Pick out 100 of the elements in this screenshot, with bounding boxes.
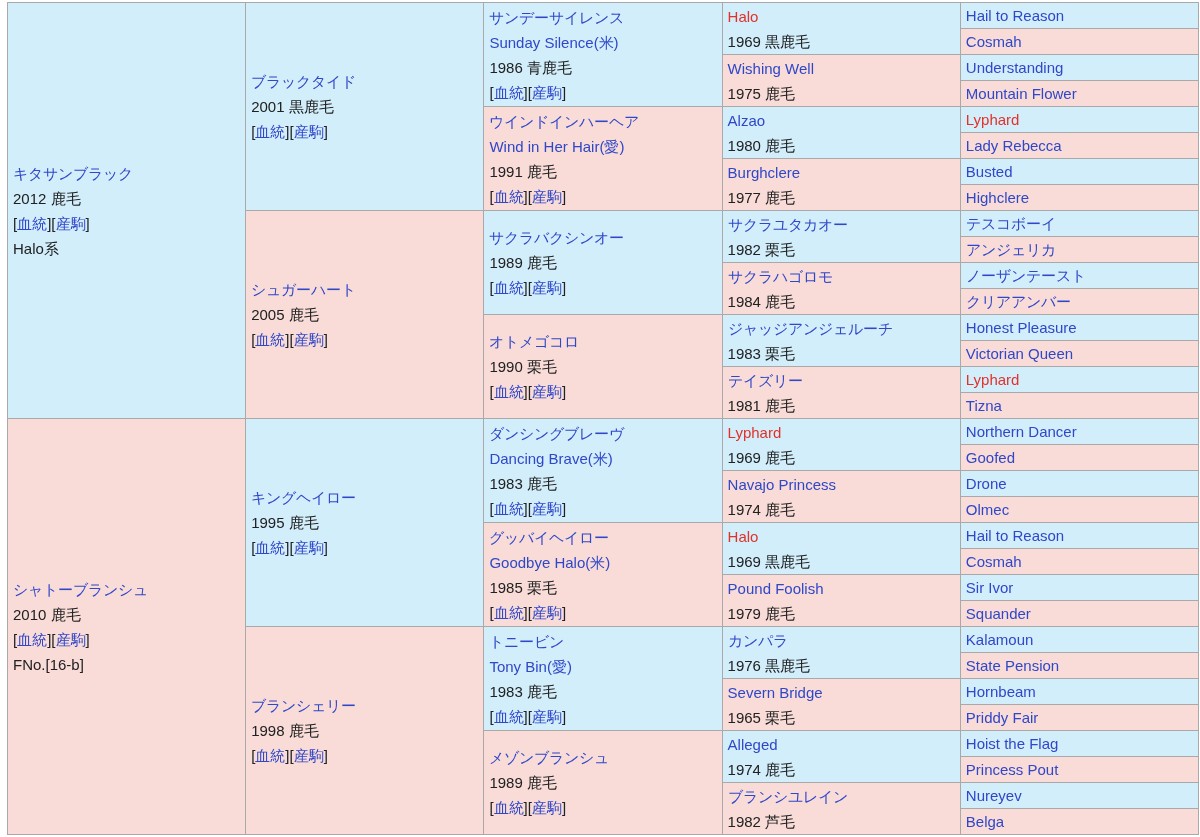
horse-name-link[interactable]: Northern Dancer bbox=[965, 419, 1077, 444]
horse-name-link[interactable]: アンジェリカ bbox=[965, 237, 1056, 262]
horse-name-link[interactable]: Lady Rebecca bbox=[965, 133, 1062, 158]
pedigree-link[interactable]: [産駒] bbox=[289, 535, 328, 560]
horse-name-link[interactable]: シュガーハート bbox=[251, 277, 357, 302]
pedigree-link[interactable]: [血統] bbox=[489, 79, 528, 105]
horse-name-link[interactable]: カンパラ bbox=[727, 627, 788, 653]
pedigree-link[interactable]: [産駒] bbox=[289, 119, 328, 144]
horse-name-link[interactable]: Cosmah bbox=[965, 29, 1022, 54]
pedigree-link[interactable]: [産駒] bbox=[51, 626, 90, 652]
pedigree-link[interactable]: [血統] bbox=[13, 210, 52, 236]
horse-name-link[interactable]: Severn Bridge bbox=[727, 679, 823, 705]
horse-name-link[interactable]: Understanding bbox=[965, 55, 1064, 80]
pedigree-link[interactable]: [血統] bbox=[489, 795, 528, 820]
horse-name-link[interactable]: Kalamoun bbox=[965, 627, 1034, 652]
horse-name-link[interactable]: Lyphard bbox=[965, 107, 1020, 132]
horse-name-link[interactable]: Goofed bbox=[965, 445, 1015, 470]
horse-name-link[interactable]: サンデーサイレンス bbox=[489, 4, 625, 30]
foreign-name-link[interactable]: Sunday Silence(米) bbox=[489, 29, 619, 55]
pedigree-link[interactable]: [産駒] bbox=[527, 79, 567, 105]
horse-name-link[interactable]: ブランシェリー bbox=[251, 693, 357, 718]
birth-year-coat-text: 1977 鹿毛 bbox=[727, 187, 796, 208]
horse-name-link[interactable]: Lyphard bbox=[965, 367, 1020, 392]
horse-name-link[interactable]: Sir Ivor bbox=[965, 575, 1014, 600]
foreign-name-link[interactable]: Wind in Her Hair(愛) bbox=[489, 133, 625, 159]
birth-year-coat-text: 1982 芦毛 bbox=[727, 811, 796, 832]
pedigree-link[interactable]: [産駒] bbox=[51, 210, 90, 236]
pedigree-link[interactable]: [血統] bbox=[251, 119, 290, 144]
pedigree-link[interactable]: [血統] bbox=[489, 379, 528, 404]
horse-name-link[interactable]: キングヘイロー bbox=[251, 485, 357, 510]
pedigree-link[interactable]: [産駒] bbox=[527, 703, 567, 729]
birth-year-coat-text: 1991 鹿毛 bbox=[489, 161, 557, 182]
horse-name-link[interactable]: Lyphard bbox=[727, 419, 782, 445]
pedigree-link[interactable]: [血統] bbox=[489, 703, 528, 729]
horse-name-link[interactable]: Princess Pout bbox=[965, 757, 1059, 782]
horse-name-link[interactable]: メゾンブランシュ bbox=[489, 745, 610, 770]
horse-name-link[interactable]: ウインドインハーヘア bbox=[489, 108, 640, 134]
horse-name-link[interactable]: Hail to Reason bbox=[965, 3, 1065, 28]
horse-name-link[interactable]: クリアアンバー bbox=[965, 289, 1071, 314]
horse-name-link[interactable]: Hoist the Flag bbox=[965, 731, 1059, 756]
pedigree-link[interactable]: [産駒] bbox=[527, 275, 567, 300]
pedigree-link[interactable]: [血統] bbox=[489, 275, 528, 300]
pedigree-link[interactable]: [産駒] bbox=[289, 327, 328, 352]
horse-name-link[interactable]: Tizna bbox=[965, 393, 1002, 418]
horse-name-link[interactable]: Navajo Princess bbox=[727, 471, 836, 497]
horse-name-link[interactable]: ダンシングブレーヴ bbox=[489, 420, 625, 446]
horse-name-link[interactable]: Drone bbox=[965, 471, 1007, 496]
horse-name-link[interactable]: Honest Pleasure bbox=[965, 315, 1077, 340]
horse-name-link[interactable]: Squander bbox=[965, 601, 1031, 626]
pedigree-link[interactable]: [血統] bbox=[251, 535, 290, 560]
horse-name-link[interactable]: Wishing Well bbox=[727, 55, 814, 81]
pedigree-link[interactable]: [血統] bbox=[251, 327, 290, 352]
horse-name-link[interactable]: ブランシユレイン bbox=[727, 783, 848, 809]
pedigree-link[interactable]: [血統] bbox=[489, 495, 528, 521]
horse-name-link[interactable]: Halo bbox=[727, 3, 759, 29]
horse-name-link[interactable]: トニービン bbox=[489, 628, 565, 654]
pedigree-link[interactable]: [産駒] bbox=[527, 183, 567, 209]
pedigree-link[interactable]: [産駒] bbox=[527, 599, 567, 625]
horse-name-link[interactable]: サクラハゴロモ bbox=[727, 263, 833, 289]
horse-name-link[interactable]: Nureyev bbox=[965, 783, 1022, 808]
horse-name-link[interactable]: テスコボーイ bbox=[965, 211, 1056, 236]
horse-name-link[interactable]: Pound Foolish bbox=[727, 575, 824, 601]
horse-name-link[interactable]: Priddy Fair bbox=[965, 705, 1039, 730]
pedigree-link[interactable]: [血統] bbox=[489, 599, 528, 625]
horse-name-link[interactable]: Victorian Queen bbox=[965, 341, 1074, 366]
pedigree-link[interactable]: [産駒] bbox=[289, 743, 328, 768]
horse-name-link[interactable]: Cosmah bbox=[965, 549, 1022, 574]
horse-name-link[interactable]: テイズリー bbox=[727, 367, 803, 393]
pedigree-link[interactable]: [血統] bbox=[251, 743, 290, 768]
horse-name-link[interactable]: グッバイヘイロー bbox=[489, 524, 610, 550]
pedigree-link[interactable]: [産駒] bbox=[527, 495, 567, 521]
horse-name-link[interactable]: Burghclere bbox=[727, 159, 801, 185]
birth-year-coat-text: 1985 栗毛 bbox=[489, 577, 557, 598]
pedigree-link[interactable]: [産駒] bbox=[527, 379, 567, 404]
horse-name-link[interactable]: サクラユタカオー bbox=[727, 211, 848, 237]
horse-name-link[interactable]: Hail to Reason bbox=[965, 523, 1065, 548]
horse-name-link[interactable]: キタサンブラック bbox=[13, 160, 133, 186]
foreign-name-link[interactable]: Tony Bin(愛) bbox=[489, 653, 572, 679]
horse-name-link[interactable]: ノーザンテースト bbox=[965, 263, 1086, 288]
horse-name-link[interactable]: Mountain Flower bbox=[965, 81, 1077, 106]
horse-name-link[interactable]: Highclere bbox=[965, 185, 1030, 210]
horse-name-link[interactable]: Alzao bbox=[727, 107, 766, 133]
pedigree-link[interactable]: [血統] bbox=[489, 183, 528, 209]
birth-year-coat-text: 1976 黒鹿毛 bbox=[727, 655, 811, 676]
horse-name-link[interactable]: Halo bbox=[727, 523, 759, 549]
horse-name-link[interactable]: Hornbeam bbox=[965, 679, 1036, 704]
pedigree-link[interactable]: [産駒] bbox=[527, 795, 567, 820]
horse-name-link[interactable]: Belga bbox=[965, 809, 1005, 834]
horse-name-link[interactable]: オトメゴコロ bbox=[489, 329, 580, 354]
horse-name-link[interactable]: サクラバクシンオー bbox=[489, 225, 625, 250]
foreign-name-link[interactable]: Dancing Brave(米) bbox=[489, 445, 613, 471]
horse-name-link[interactable]: Alleged bbox=[727, 731, 778, 757]
horse-name-link[interactable]: State Pension bbox=[965, 653, 1060, 678]
horse-name-link[interactable]: Olmec bbox=[965, 497, 1010, 522]
foreign-name-link[interactable]: Goodbye Halo(米) bbox=[489, 549, 611, 575]
horse-name-link[interactable]: シャトーブランシュ bbox=[13, 576, 148, 602]
horse-name-link[interactable]: ジャッジアンジェルーチ bbox=[727, 315, 893, 341]
horse-name-link[interactable]: Busted bbox=[965, 159, 1013, 184]
pedigree-link[interactable]: [血統] bbox=[13, 626, 52, 652]
horse-name-link[interactable]: ブラックタイド bbox=[251, 69, 357, 94]
